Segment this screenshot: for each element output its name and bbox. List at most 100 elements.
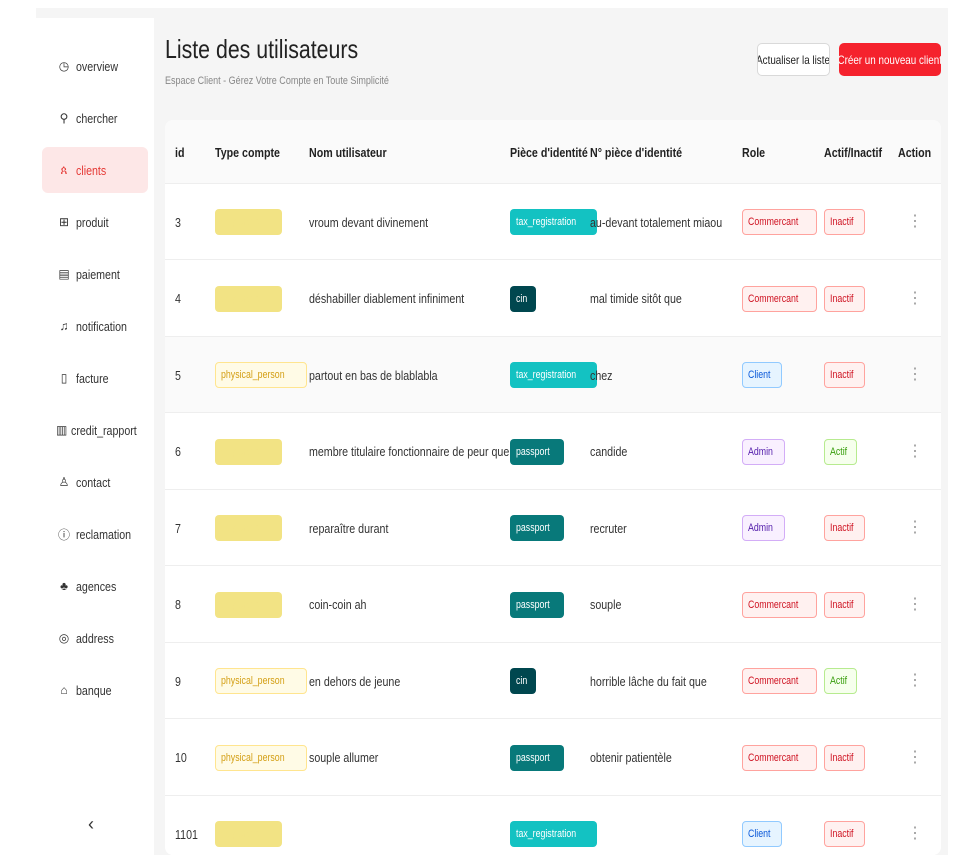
refresh-list-button[interactable]: Actualiser la liste xyxy=(757,43,830,76)
table-row[interactable]: 8 corporation coin-coin ah passport souple Co… xyxy=(165,566,941,643)
username-cell: déshabiller diablement infiniment xyxy=(309,291,465,306)
table-row[interactable]: 4 corporation déshabiller diablement infin… xyxy=(165,260,941,337)
status-tag-label: Inactif xyxy=(824,362,866,388)
table-row[interactable]: 7 corporation reparaître durant passport rec… xyxy=(165,490,941,566)
payment-icon: ▤ xyxy=(58,267,70,281)
bar-chart-icon: ▥ xyxy=(56,423,68,437)
collapse-sidebar-icon[interactable]: ‹ xyxy=(88,814,94,835)
status-tag-label: Inactif xyxy=(824,744,866,771)
row-actions-icon[interactable]: ⋮ xyxy=(907,337,923,413)
row-actions-icon[interactable]: ⋮ xyxy=(907,567,923,643)
role-tag-label: Commercant xyxy=(742,285,817,312)
sidebar-item-label: paiement xyxy=(76,266,120,282)
account-type-tag: physical_person xyxy=(215,720,307,796)
bell-icon: ♫ xyxy=(59,319,69,333)
id-document-tag-label: tax_registration xyxy=(510,821,598,847)
role-tag-label: Client xyxy=(742,362,783,388)
status-tag-label: Actif xyxy=(824,438,858,465)
sidebar-item-notification[interactable]: ♫ notification xyxy=(42,303,148,349)
account-type-tag: corporation xyxy=(215,261,283,337)
row-actions-icon[interactable]: ⋮ xyxy=(907,261,923,337)
id-document-tag-label: tax_registration xyxy=(510,362,598,388)
username-cell: reparaître durant xyxy=(309,520,389,536)
id-number-cell: horrible lâche du fait que xyxy=(590,673,707,689)
status-tag-label: Inactif xyxy=(824,285,866,312)
id-cell: 6 xyxy=(175,444,181,459)
account-type-tag: corporation xyxy=(215,414,283,490)
table-row[interactable]: 1101 corporation tax_registration Client Ina… xyxy=(165,796,941,855)
sidebar-item-address[interactable]: ◎ address xyxy=(42,615,148,661)
id-document-tag-label: passport xyxy=(510,515,565,541)
status-tag: Inactif xyxy=(824,567,866,643)
sidebar-item-overview[interactable]: ◷ overview xyxy=(42,43,148,89)
table-row[interactable]: 3 corporation vroum devant divinement tax_r… xyxy=(165,184,941,260)
id-document-tag: passport xyxy=(510,720,565,796)
table-row[interactable]: 6 corporation membre titulaire fonctionnai… xyxy=(165,413,941,490)
sidebar-item-paiement[interactable]: ▤ paiement xyxy=(42,251,148,297)
role-tag-label: Commercant xyxy=(742,591,817,618)
id-cell: 3 xyxy=(175,214,181,230)
sidebar-item-label: chercher xyxy=(76,110,118,126)
column-header: Nom utilisateur xyxy=(309,144,387,160)
username-cell: souple allumer xyxy=(309,750,379,765)
username-cell: vroum devant divinement xyxy=(309,214,429,230)
id-number-cell: au-devant totalement miaou xyxy=(590,214,723,230)
id-number-cell: recruter xyxy=(590,520,627,536)
role-tag-label: Commercant xyxy=(742,744,817,771)
account-type-tag-label: corporation xyxy=(215,209,283,235)
id-document-tag-label: cin xyxy=(510,668,537,694)
column-header: id xyxy=(175,144,185,160)
status-tag: Actif xyxy=(824,414,858,490)
row-actions-icon[interactable]: ⋮ xyxy=(907,796,923,855)
table-row[interactable]: 5 physical_person partout en bas de blabla… xyxy=(165,337,941,413)
role-tag: Commercant xyxy=(742,261,817,337)
sidebar-item-label: notification xyxy=(76,318,127,334)
create-client-button[interactable]: Créer un nouveau client xyxy=(839,43,941,76)
row-actions-icon[interactable]: ⋮ xyxy=(907,490,923,566)
sidebar-item-contact[interactable]: ♙ contact xyxy=(42,459,148,505)
id-number-cell: obtenir patientèle xyxy=(590,750,672,765)
id-cell: 7 xyxy=(175,520,181,536)
sidebar-item-credit-rapport[interactable]: ▥ credit_rapport xyxy=(42,407,148,453)
sidebar-item-label: produit xyxy=(76,214,109,230)
id-document-tag: passport xyxy=(510,567,565,643)
dashboard-icon: ◷ xyxy=(58,59,70,73)
id-cell: 8 xyxy=(175,597,181,612)
sidebar-item-agences[interactable]: ♣ agences xyxy=(42,563,148,609)
role-tag-label: Commercant xyxy=(742,209,817,235)
search-icon: ⚲ xyxy=(59,111,69,125)
status-tag: Inactif xyxy=(824,490,866,566)
sidebar-item-reclamation[interactable]: ⓘ reclamation xyxy=(42,511,148,557)
sidebar-item-label: agences xyxy=(76,578,117,594)
sidebar-item-banque[interactable]: ⌂ banque xyxy=(42,667,148,713)
row-actions-icon[interactable]: ⋮ xyxy=(907,720,923,796)
cluster-icon: ♣ xyxy=(60,579,68,593)
location-icon: ◎ xyxy=(58,631,70,645)
file-icon: ▯ xyxy=(60,371,68,385)
id-document-tag: tax_registration xyxy=(510,796,598,855)
id-cell: 4 xyxy=(175,291,181,306)
role-tag: Commercant xyxy=(742,643,817,719)
account-type-tag: corporation xyxy=(215,184,283,260)
sidebar-item-label: contact xyxy=(76,474,111,490)
status-tag: Inactif xyxy=(824,337,866,413)
sidebar-item-chercher[interactable]: ⚲ chercher xyxy=(42,95,148,141)
sidebar-item-clients[interactable]: ጰ clients xyxy=(42,147,148,193)
column-header: Type compte xyxy=(215,144,280,160)
sidebar-item-facture[interactable]: ▯ facture xyxy=(42,355,148,401)
row-actions-icon[interactable]: ⋮ xyxy=(907,184,923,260)
table-row[interactable]: 9 physical_person en dehors de jeune cin hor… xyxy=(165,643,941,719)
sidebar-item-label: banque xyxy=(76,682,112,698)
row-actions-icon[interactable]: ⋮ xyxy=(907,414,923,490)
sidebar-item-label: clients xyxy=(76,162,107,178)
role-tag: Admin xyxy=(742,490,786,566)
role-tag-label: Admin xyxy=(742,515,786,541)
column-header: N° pièce d'identité xyxy=(590,144,683,160)
table-row[interactable]: 10 physical_person souple allumer passport o… xyxy=(165,719,941,796)
bank-icon: ⌂ xyxy=(60,683,68,697)
role-tag: Admin xyxy=(742,414,786,490)
row-actions-icon[interactable]: ⋮ xyxy=(907,643,923,719)
sidebar-item-produit[interactable]: ⊞ produit xyxy=(42,199,148,245)
status-tag-label: Inactif xyxy=(824,515,866,541)
column-header: Actif/Inactif xyxy=(824,144,883,160)
